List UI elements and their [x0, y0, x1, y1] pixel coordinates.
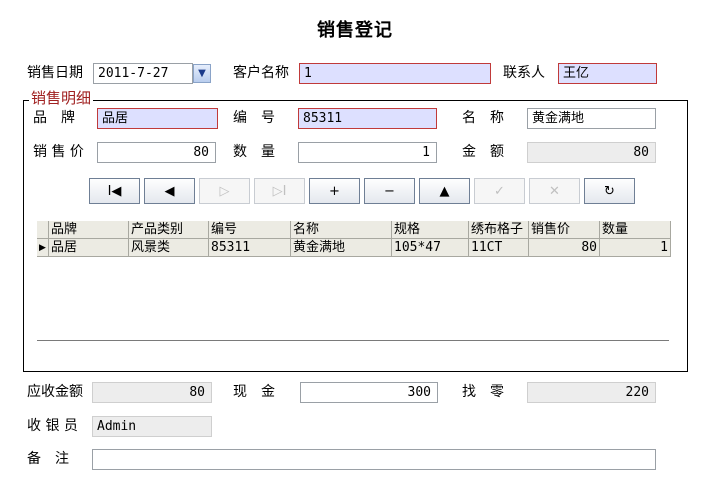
post-record-icon: ✓ [494, 183, 505, 199]
column-header[interactable]: 名称 [291, 221, 392, 238]
first-record-icon: I◀ [107, 183, 122, 199]
next-record-icon: ▷ [219, 183, 230, 199]
table-cell[interactable]: 风景类 [129, 239, 209, 256]
prior-record-icon: ◀ [164, 183, 175, 199]
next-record-button[interactable]: ▷ [199, 178, 250, 204]
cancel-record-icon: ✕ [549, 183, 560, 199]
table-cell[interactable]: 黄金满地 [291, 239, 392, 256]
remark-label: 备 注 [27, 451, 69, 467]
column-header[interactable]: 产品类别 [129, 221, 209, 238]
column-header[interactable]: 编号 [209, 221, 291, 238]
table-cell[interactable]: 11CT [469, 239, 529, 256]
cash-label: 现 金 [233, 384, 275, 400]
delete-record-button[interactable]: − [364, 178, 415, 204]
change-label: 找 零 [462, 384, 504, 400]
last-record-icon: ▷I [272, 183, 287, 199]
post-record-button[interactable]: ✓ [474, 178, 525, 204]
column-header[interactable]: 品牌 [49, 221, 129, 238]
product-name-field[interactable]: 黄金满地 [527, 108, 656, 129]
brand-field[interactable]: 品居 [97, 108, 218, 129]
last-record-button[interactable]: ▷I [254, 178, 305, 204]
insert-record-icon: + [329, 183, 340, 199]
code-label: 编 号 [233, 110, 275, 126]
code-field[interactable]: 85311 [298, 108, 437, 129]
sale-date-label: 销售日期 [27, 65, 83, 81]
customer-name-field[interactable]: 1 [299, 63, 491, 84]
column-header[interactable]: 销售价 [529, 221, 600, 238]
refresh-record-icon: ↻ [604, 183, 615, 199]
cashier-label: 收 银 员 [27, 418, 78, 434]
delete-record-icon: − [384, 183, 395, 199]
table-cell[interactable]: 80 [529, 239, 600, 256]
chevron-down-icon: ▼ [198, 68, 206, 79]
remark-field[interactable] [92, 449, 656, 470]
column-header[interactable]: 数量 [600, 221, 671, 238]
cancel-record-button[interactable]: ✕ [529, 178, 580, 204]
column-header[interactable]: 绣布格子 [469, 221, 529, 238]
contact-label: 联系人 [503, 65, 545, 81]
table-cell[interactable]: 85311 [209, 239, 291, 256]
grid-bottom-divider [37, 340, 669, 341]
sale-date-field[interactable]: 2011-7-27 [93, 63, 193, 84]
cash-field[interactable]: 300 [300, 382, 438, 403]
quantity-field[interactable]: 1 [298, 142, 437, 163]
insert-record-button[interactable]: + [309, 178, 360, 204]
edit-record-button[interactable]: ▲ [419, 178, 470, 204]
date-dropdown-button[interactable]: ▼ [193, 64, 211, 83]
table-cell[interactable]: 1 [600, 239, 671, 256]
table-row[interactable]: ▶ 品居 风景类 85311 黄金满地 105*47 11CT 80 1 [37, 239, 671, 257]
brand-label: 品 牌 [33, 110, 75, 126]
refresh-record-button[interactable]: ↻ [584, 178, 635, 204]
table-cell[interactable]: 品居 [49, 239, 129, 256]
row-indicator: ▶ [37, 239, 49, 256]
quantity-label: 数 量 [233, 144, 275, 160]
sales-detail-legend: 销售明细 [29, 89, 94, 107]
current-row-arrow-icon: ▶ [39, 243, 46, 253]
contact-field[interactable]: 王亿 [558, 63, 657, 84]
column-header[interactable]: 规格 [392, 221, 469, 238]
prior-record-button[interactable]: ◀ [144, 178, 195, 204]
amount-label: 金 额 [462, 144, 504, 160]
receivable-label: 应收金额 [27, 384, 83, 400]
receivable-field: 80 [92, 382, 212, 403]
sale-price-field[interactable]: 80 [97, 142, 216, 163]
sale-price-label: 销 售 价 [33, 144, 84, 160]
edit-record-icon: ▲ [439, 183, 450, 199]
table-cell[interactable]: 105*47 [392, 239, 469, 256]
header-indicator-cell [37, 221, 49, 238]
change-field: 220 [527, 382, 656, 403]
product-name-label: 名 称 [462, 110, 504, 126]
form-title: 销售登记 [317, 20, 393, 41]
amount-field: 80 [527, 142, 656, 163]
grid-header: 品牌 产品类别 编号 名称 规格 绣布格子 销售价 数量 [37, 221, 671, 239]
first-record-button[interactable]: I◀ [89, 178, 140, 204]
customer-name-label: 客户名称 [233, 65, 289, 81]
cashier-field: Admin [92, 416, 212, 437]
